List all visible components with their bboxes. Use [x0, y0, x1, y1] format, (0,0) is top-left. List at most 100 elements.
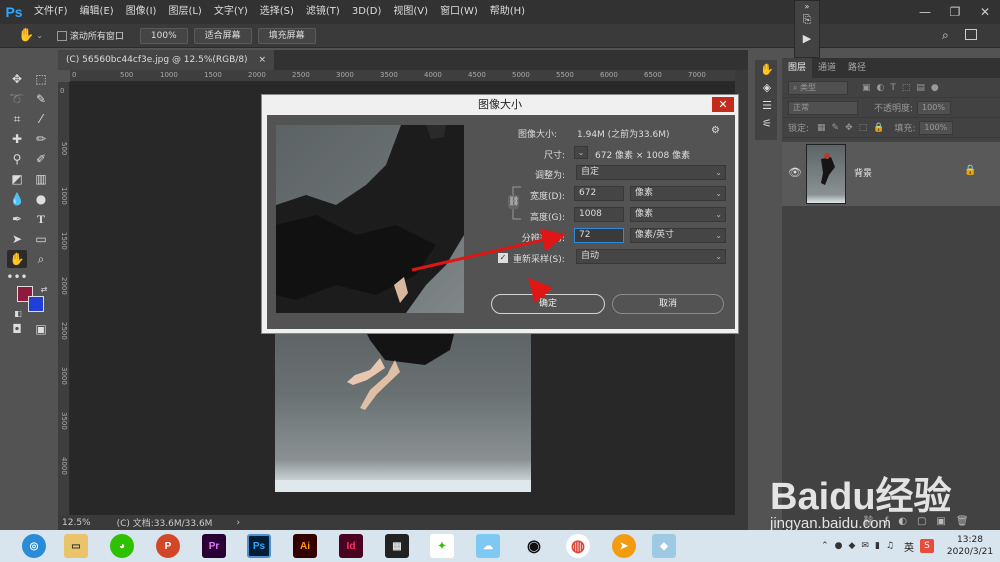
- premiere-icon[interactable]: Pr: [202, 534, 226, 558]
- play-icon[interactable]: ▶: [795, 29, 819, 47]
- clone-stamp-icon[interactable]: ⚲: [7, 150, 27, 168]
- chevron-right-icon[interactable]: ›: [236, 518, 240, 528]
- chevron-down-icon[interactable]: ⌄: [574, 146, 588, 159]
- video-editor-icon[interactable]: ▦: [385, 534, 409, 558]
- wechat-icon[interactable]: ◕: [110, 534, 134, 558]
- height-input[interactable]: 1008: [574, 207, 624, 222]
- eye-icon[interactable]: 👁: [788, 166, 802, 179]
- app-icon[interactable]: ➤: [612, 534, 636, 558]
- type-tool-icon[interactable]: T: [31, 210, 51, 228]
- height-unit-select[interactable]: 像素 ⌄: [630, 207, 726, 222]
- workspace-icon[interactable]: [965, 29, 977, 40]
- image-preview[interactable]: [276, 125, 464, 313]
- quick-select-icon[interactable]: ✎: [31, 90, 51, 108]
- menu-help[interactable]: 帮助(H): [484, 0, 531, 24]
- properties-icon[interactable]: ◈: [755, 78, 779, 96]
- tab-channels[interactable]: 通道: [812, 58, 842, 78]
- dialog-close-button[interactable]: ✕: [712, 97, 734, 112]
- menu-filter[interactable]: 滤镜(T): [300, 0, 346, 24]
- resample-select[interactable]: 自动 ⌄: [576, 249, 726, 264]
- lasso-tool-icon[interactable]: ➰: [7, 90, 27, 108]
- zoom-level[interactable]: 12.5%: [62, 518, 91, 528]
- fit-to-select[interactable]: 自定 ⌄: [576, 165, 726, 180]
- blend-mode-select[interactable]: 正常: [788, 100, 858, 115]
- quick-mask-icon[interactable]: ◘: [7, 320, 27, 338]
- layer-filter-icons[interactable]: ▣◐T⬚▤●: [862, 83, 945, 93]
- hand-tool-preset-icon[interactable]: ✋: [18, 28, 34, 43]
- resolution-input[interactable]: 72: [574, 228, 624, 243]
- powerpoint-icon[interactable]: P: [156, 534, 180, 558]
- file-explorer-icon[interactable]: ▭: [64, 534, 88, 558]
- zoom-100-button[interactable]: 100%: [139, 27, 188, 44]
- close-window-button[interactable]: ✕: [970, 0, 1000, 24]
- photoshop-taskbar-icon[interactable]: Ps: [247, 534, 271, 558]
- width-unit-select[interactable]: 像素 ⌄: [630, 186, 726, 201]
- more-tools-icon[interactable]: •••: [6, 268, 27, 286]
- gear-icon[interactable]: ⚙: [711, 125, 720, 136]
- browser-app-icon[interactable]: ◎: [22, 534, 46, 558]
- menu-type[interactable]: 文字(Y): [208, 0, 254, 24]
- zoom-tool-icon[interactable]: ⌕: [31, 250, 51, 268]
- indesign-icon[interactable]: Id: [339, 534, 363, 558]
- ok-button[interactable]: 确定: [491, 294, 605, 314]
- clock[interactable]: 13:28 2020/3/21: [940, 534, 1000, 558]
- adjustments-icon[interactable]: ☰: [755, 96, 779, 114]
- hand-panel-icon[interactable]: ✋: [755, 60, 779, 78]
- eraser-tool-icon[interactable]: ◩: [7, 170, 27, 188]
- gradient-tool-icon[interactable]: ▥: [31, 170, 51, 188]
- collapse-icon[interactable]: »: [795, 1, 819, 11]
- eyedropper-icon[interactable]: ⁄: [31, 110, 51, 128]
- document-tab[interactable]: (C) 56560bc44cf3e.jpg @ 12.5%(RGB/8) ×: [58, 50, 274, 70]
- healing-brush-icon[interactable]: ✚: [7, 130, 27, 148]
- fill-input[interactable]: 100%: [919, 120, 954, 135]
- menu-image[interactable]: 图像(I): [120, 0, 163, 24]
- pen-tool-icon[interactable]: ✒: [7, 210, 27, 228]
- qq-icon[interactable]: ◉: [522, 534, 546, 558]
- app-icon[interactable]: ☁: [476, 534, 500, 558]
- fill-screen-button[interactable]: 填充屏幕: [257, 27, 316, 44]
- opacity-input[interactable]: 100%: [917, 100, 952, 115]
- menu-select[interactable]: 选择(S): [254, 0, 300, 24]
- app-icon[interactable]: ◆: [652, 534, 676, 558]
- screen-mode-icon[interactable]: ▣: [31, 320, 51, 338]
- scroll-all-windows-checkbox[interactable]: 滚动所有窗口: [56, 29, 124, 42]
- chrome-icon[interactable]: ◍: [566, 534, 590, 558]
- resolution-unit-select[interactable]: 像素/英寸 ⌄: [630, 228, 726, 243]
- menu-3d[interactable]: 3D(D): [346, 0, 388, 24]
- sogou-icon[interactable]: S: [920, 539, 934, 553]
- tray-icons[interactable]: ⌃●◆✉▮♫: [821, 541, 900, 551]
- resample-checkbox[interactable]: ✓: [498, 253, 508, 263]
- menu-file[interactable]: 文件(F): [28, 0, 74, 24]
- menu-view[interactable]: 视图(V): [387, 0, 434, 24]
- width-input[interactable]: 672: [574, 186, 624, 201]
- menu-edit[interactable]: 编辑(E): [74, 0, 120, 24]
- minimize-button[interactable]: —: [910, 0, 940, 24]
- cancel-button[interactable]: 取消: [612, 294, 724, 314]
- tab-layers[interactable]: 图层: [782, 58, 813, 78]
- search-icon[interactable]: ⌕: [942, 28, 949, 43]
- app-icon[interactable]: ✦: [430, 534, 454, 558]
- chevron-down-icon[interactable]: ⌄: [36, 31, 43, 40]
- restore-button[interactable]: ❐: [940, 0, 970, 24]
- move-tool-icon[interactable]: ✥: [7, 70, 27, 88]
- brush-tool-icon[interactable]: ✏: [31, 130, 51, 148]
- swap-colors-icon[interactable]: ⇄: [34, 280, 54, 298]
- history-brush-icon[interactable]: ✐: [31, 150, 51, 168]
- menu-window[interactable]: 窗口(W): [434, 0, 484, 24]
- hand-tool-icon[interactable]: ✋: [7, 250, 27, 268]
- menu-layer[interactable]: 图层(L): [162, 0, 207, 24]
- marquee-tool-icon[interactable]: ⬚: [31, 70, 51, 88]
- close-tab-icon[interactable]: ×: [258, 55, 266, 65]
- blur-tool-icon[interactable]: 💧: [7, 190, 27, 208]
- layer-item-background[interactable]: 👁 背景 🔒: [782, 142, 1000, 206]
- dodge-tool-icon[interactable]: ●: [31, 190, 51, 208]
- illustrator-icon[interactable]: Ai: [293, 534, 317, 558]
- background-color-swatch[interactable]: [28, 296, 44, 312]
- fit-screen-button[interactable]: 适合屏幕: [193, 27, 252, 44]
- tab-paths[interactable]: 路径: [842, 58, 872, 78]
- path-select-icon[interactable]: ➤: [7, 230, 27, 248]
- rectangle-tool-icon[interactable]: ▭: [31, 230, 51, 248]
- sliders-icon[interactable]: ⚟: [755, 114, 779, 132]
- ime-indicator[interactable]: 英: [904, 539, 914, 554]
- layer-kind-select[interactable]: ⌕ 类型: [788, 80, 848, 95]
